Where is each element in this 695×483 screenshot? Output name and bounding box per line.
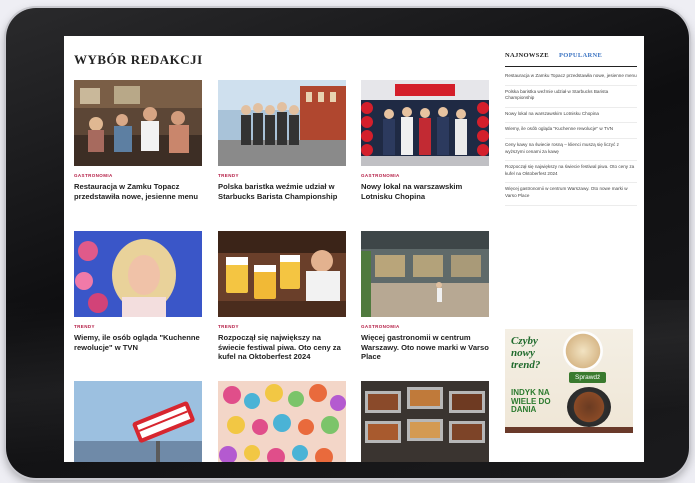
section-title: WYBÓR REDAKCJI — [74, 52, 203, 67]
article-image-food-trays[interactable] — [361, 381, 489, 462]
article-card[interactable]: TRENDY Rozpoczął się największy na świec… — [218, 231, 346, 362]
article-card[interactable] — [361, 381, 489, 462]
sidebar-advertisement[interactable]: Czyby nowy trend? Sprawdź INDYK NA WIELE… — [505, 329, 633, 433]
sidebar-article-link[interactable]: Ceny kawy na świecie rosną – klienci mus… — [505, 139, 637, 162]
article-image-fridays[interactable] — [74, 381, 202, 462]
article-category[interactable]: GASTRONOMIA — [361, 173, 489, 178]
article-category[interactable]: TRENDY — [218, 324, 346, 329]
article-title[interactable]: Rozpoczął się największy na świecie fest… — [218, 333, 346, 362]
article-title[interactable]: Polska baristka weźmie udział w Starbuck… — [218, 182, 346, 201]
article-card[interactable]: TRENDY Polska baristka weźmie udział w S… — [218, 80, 346, 201]
article-image-tv-host[interactable] — [74, 231, 202, 317]
article-category[interactable]: TRENDY — [74, 324, 202, 329]
tab-popular[interactable]: POPULARNE — [559, 52, 602, 59]
article-image-varso-place[interactable] — [361, 231, 489, 317]
editors-choice-section: WYBÓR REDAKCJI GASTRONOMIA Restauracja w… — [64, 36, 489, 462]
sidebar-article-link[interactable]: Rozpoczął się największy na świecie fest… — [505, 161, 637, 184]
sidebar-tabs: NAJNOWSZE POPULARNE — [505, 52, 637, 67]
sidebar-article-link[interactable]: Nowy lokal na warszawskim Lotnisku Chopi… — [505, 108, 637, 124]
sidebar-article-link[interactable]: Polska baristka weźmie udział w Starbuck… — [505, 86, 637, 108]
article-image-airport-opening[interactable] — [361, 80, 489, 166]
article-card[interactable] — [74, 381, 202, 462]
tablet-screen: WYBÓR REDAKCJI GASTRONOMIA Restauracja w… — [64, 36, 644, 462]
article-category[interactable]: GASTRONOMIA — [74, 173, 202, 178]
article-card[interactable]: GASTRONOMIA Więcej gastronomii w centrum… — [361, 231, 489, 362]
ad-headline: INDYK NA WIELE DO DANIA — [511, 388, 551, 414]
article-card[interactable]: GASTRONOMIA Restauracja w Zamku Topacz p… — [74, 80, 202, 201]
article-card[interactable]: TRENDY Wiemy, ile osób ogląda "Kuchenne … — [74, 231, 202, 352]
sidebar-article-link[interactable]: Wiemy, ile osób ogląda "Kuchenne rewoluc… — [505, 123, 637, 139]
ad-check-button[interactable]: Sprawdź — [569, 372, 607, 383]
article-title[interactable]: Wiemy, ile osób ogląda "Kuchenne rewoluc… — [74, 333, 202, 352]
article-title[interactable]: Więcej gastronomii w centrum Warszawy. O… — [361, 333, 489, 362]
article-category[interactable]: GASTRONOMIA — [361, 324, 489, 329]
article-category[interactable]: TRENDY — [218, 173, 346, 178]
tab-newest[interactable]: NAJNOWSZE — [505, 52, 549, 59]
article-card[interactable] — [218, 381, 346, 462]
article-card[interactable]: GASTRONOMIA Nowy lokal na warszawskim Lo… — [361, 80, 489, 201]
article-title[interactable]: Restauracja w Zamku Topacz przedstawiła … — [74, 182, 202, 201]
ad-dish-image — [567, 387, 611, 427]
sidebar-article-link[interactable]: Więcej gastronomii w centrum Warszawy. O… — [505, 183, 637, 206]
article-title[interactable]: Nowy lokal na warszawskim Lotnisku Chopi… — [361, 182, 489, 201]
article-image-baristas[interactable] — [218, 80, 346, 166]
article-image-restaurant[interactable] — [74, 80, 202, 166]
article-image-oktoberfest[interactable] — [218, 231, 346, 317]
sidebar-article-list: Restauracja w Zamku Topacz przedstawiła … — [505, 70, 637, 206]
ad-question: Czyby nowy trend? — [511, 335, 541, 371]
sidebar-article-link[interactable]: Restauracja w Zamku Topacz przedstawiła … — [505, 70, 637, 86]
sidebar: NAJNOWSZE POPULARNE Restauracja w Zamku … — [497, 36, 644, 462]
ad-dish-image — [563, 331, 603, 371]
article-image-sweets[interactable] — [218, 381, 346, 462]
ad-footer-bar — [505, 427, 633, 433]
